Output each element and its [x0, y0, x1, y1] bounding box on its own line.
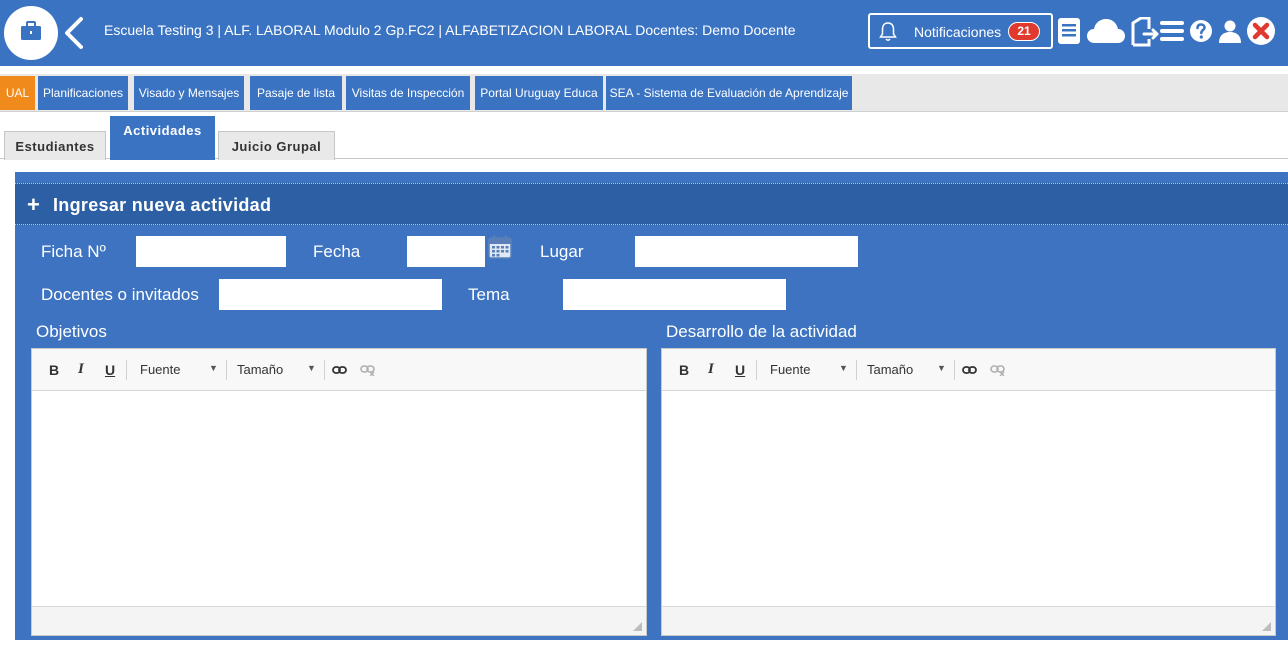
underline-button[interactable]: U — [105, 362, 115, 378]
chevron-down-icon: ▼ — [839, 363, 848, 373]
help-icon[interactable] — [1189, 19, 1213, 43]
notifications-label: Notificaciones — [914, 24, 1002, 40]
link-icon[interactable] — [332, 364, 347, 376]
calendar-icon[interactable] — [488, 235, 512, 259]
nav-tab-planificaciones[interactable]: Planificaciones — [38, 76, 128, 110]
nav-tab-pasaje-lista[interactable]: Pasaje de lista — [250, 76, 342, 110]
bell-icon — [879, 22, 897, 41]
objetivos-textarea[interactable] — [32, 391, 646, 607]
subtab-actividades-label: Actividades — [123, 123, 202, 138]
chevron-down-icon: ▼ — [209, 363, 218, 373]
lugar-label: Lugar — [540, 242, 584, 261]
toolbar-separator — [856, 360, 857, 380]
briefcase-icon — [21, 21, 41, 40]
nav-tab-ual[interactable]: UAL — [0, 76, 35, 110]
resize-handle-icon[interactable] — [1262, 622, 1271, 631]
lugar-input[interactable] — [635, 236, 858, 267]
toolbar-separator — [126, 360, 127, 380]
fecha-input[interactable] — [407, 236, 485, 267]
fecha-label: Fecha — [313, 242, 361, 261]
editor-toolbar: B I U Fuente ▼ Tamaño ▼ — [32, 349, 646, 391]
user-icon[interactable] — [1218, 19, 1242, 43]
unlink-icon[interactable] — [360, 364, 375, 376]
nav-tab-sea[interactable]: SEA - Sistema de Evaluación de Aprendiza… — [606, 76, 852, 110]
toolbar-separator — [324, 360, 325, 380]
cloud-icon[interactable] — [1086, 17, 1126, 45]
italic-button[interactable]: I — [708, 361, 714, 378]
subtab-juicio-grupal[interactable]: Juicio Grupal — [218, 131, 335, 160]
underline-button[interactable]: U — [735, 362, 745, 378]
size-dropdown[interactable]: Tamaño — [237, 362, 283, 377]
notifications-count-badge: 21 — [1008, 22, 1040, 41]
toolbar-separator — [226, 360, 227, 380]
panel-header[interactable]: + Ingresar nueva actividad — [15, 183, 1288, 225]
nav-tab-portal-uruguay-educa[interactable]: Portal Uruguay Educa — [475, 76, 603, 110]
size-dropdown[interactable]: Tamaño — [867, 362, 913, 377]
notifications-button[interactable]: Notificaciones 21 — [868, 13, 1053, 49]
italic-button[interactable]: I — [78, 361, 84, 378]
editor-toolbar: B I U Fuente ▼ Tamaño ▼ — [662, 349, 1275, 391]
desarrollo-textarea[interactable] — [662, 391, 1275, 607]
subtab-actividades[interactable]: Actividades — [110, 116, 215, 160]
objetivos-label: Objetivos — [36, 322, 107, 341]
font-dropdown[interactable]: Fuente — [770, 362, 810, 377]
export-file-icon[interactable] — [1129, 17, 1159, 47]
docentes-input[interactable] — [219, 279, 442, 310]
bold-button[interactable]: B — [679, 362, 689, 378]
panel-title: Ingresar nueva actividad — [53, 195, 272, 215]
menu-icon[interactable] — [1159, 19, 1185, 43]
tema-label: Tema — [468, 285, 510, 304]
nav-tab-visitas-inspeccion[interactable]: Visitas de Inspección — [346, 76, 470, 110]
editor-footer — [32, 606, 646, 635]
link-icon[interactable] — [962, 364, 977, 376]
bold-button[interactable]: B — [49, 362, 59, 378]
ficha-label: Ficha Nº — [41, 242, 106, 261]
ficha-input[interactable] — [136, 236, 286, 267]
chevron-down-icon: ▼ — [937, 363, 946, 373]
plus-icon: + — [27, 192, 40, 217]
app-logo[interactable] — [4, 6, 58, 60]
subtab-estudiantes[interactable]: Estudiantes — [4, 131, 106, 160]
document-icon[interactable] — [1057, 17, 1081, 45]
desarrollo-label: Desarrollo de la actividad — [666, 322, 857, 341]
main-nav: UAL Planificaciones Visado y Mensajes Pa… — [0, 66, 1288, 112]
new-activity-panel: + Ingresar nueva actividad Ficha Nº Fech… — [15, 172, 1288, 640]
toolbar-separator — [954, 360, 955, 380]
desarrollo-editor: B I U Fuente ▼ Tamaño ▼ — [661, 348, 1276, 636]
unlink-icon[interactable] — [990, 364, 1005, 376]
editor-footer — [662, 606, 1275, 635]
nav-tab-visado-mensajes[interactable]: Visado y Mensajes — [134, 76, 244, 110]
resize-handle-icon[interactable] — [633, 622, 642, 631]
back-arrow-icon[interactable] — [62, 16, 86, 50]
chevron-down-icon: ▼ — [307, 363, 316, 373]
page-title: Escuela Testing 3 | ALF. LABORAL Modulo … — [104, 22, 796, 38]
app-header: Escuela Testing 3 | ALF. LABORAL Modulo … — [0, 0, 1288, 66]
font-dropdown[interactable]: Fuente — [140, 362, 180, 377]
tema-input[interactable] — [563, 279, 786, 310]
objetivos-editor: B I U Fuente ▼ Tamaño ▼ — [31, 348, 647, 636]
close-icon[interactable] — [1246, 16, 1276, 46]
toolbar-separator — [756, 360, 757, 380]
docentes-label: Docentes o invitados — [41, 285, 199, 304]
